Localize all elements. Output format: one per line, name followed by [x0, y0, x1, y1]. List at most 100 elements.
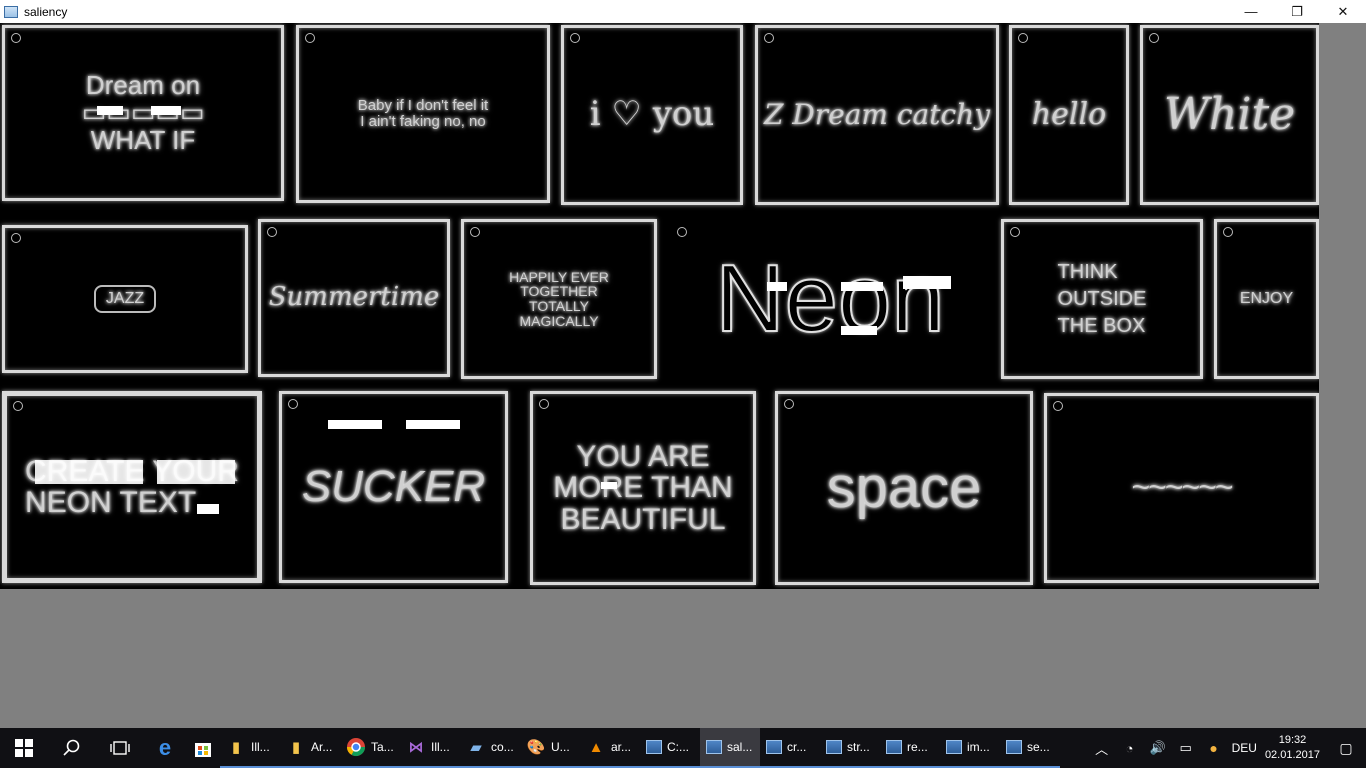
saliency-highlight — [841, 282, 883, 291]
neon-tile-space: space — [775, 391, 1033, 585]
tile-text: THINK OUTSIDE THE BOX — [1057, 260, 1147, 337]
screw-icon — [677, 227, 687, 237]
chrome-icon — [347, 738, 365, 757]
neon-tile-baby: Baby if I don't feel it I ain't faking n… — [296, 25, 550, 203]
search-icon — [63, 739, 80, 756]
neon-tile-neon: Neon — [668, 219, 992, 379]
battery-icon[interactable]: ▭ — [1176, 738, 1196, 758]
app-window-icon — [4, 5, 18, 18]
clock-time: 19:32 — [1278, 734, 1307, 746]
neon-tile-white: White — [1140, 25, 1319, 205]
visual-studio-icon: ⋈ — [408, 739, 424, 756]
vlc-icon: ▲ — [588, 738, 604, 756]
tile-text: Z Dream catchy — [763, 98, 991, 132]
language-indicator[interactable]: DEU — [1232, 741, 1257, 755]
neon-tile-create-your-neon: CREATE YOUR NEON TEXT — [2, 391, 262, 583]
store-pinned[interactable] — [186, 728, 220, 768]
color-profile-icon[interactable]: ● — [1204, 738, 1224, 758]
taskbar-app[interactable]: 🎨 U... — [520, 728, 580, 768]
taskbar-app[interactable]: str... — [820, 728, 880, 768]
restore-button[interactable]: ❐ — [1274, 0, 1320, 23]
taskbar-app[interactable]: Ta... — [340, 728, 400, 768]
neon-tile-i-love-you: i ♡ you — [561, 25, 743, 205]
volume-icon[interactable]: 🔊 — [1148, 738, 1168, 758]
screw-icon — [11, 33, 21, 43]
screw-icon — [11, 233, 21, 243]
tile-text: Summertime — [268, 282, 440, 313]
notification-icon[interactable]: ▢ — [1336, 738, 1356, 758]
window-icon — [886, 740, 902, 754]
tile-text: YOU ARE MORE THAN BEAUTIFUL — [553, 439, 733, 536]
close-button[interactable]: ✕ — [1320, 0, 1366, 23]
taskbar-app[interactable]: re... — [880, 728, 940, 768]
taskbar-app[interactable]: C:... — [640, 728, 700, 768]
taskbar: e ▮ Ill... ▮ Ar... Ta... ⋈ Ill... ▰ co..… — [0, 728, 1366, 768]
search-button[interactable] — [48, 728, 96, 768]
saliency-highlight — [841, 326, 877, 335]
saliency-highlight — [157, 460, 235, 484]
taskbar-app[interactable]: im... — [940, 728, 1000, 768]
saliency-highlight — [903, 276, 951, 289]
window-icon — [766, 740, 782, 754]
system-tray: ︿ ◔ 🔊 ▭ ● DEU 19:32 02.01.2017 ▢ — [1092, 728, 1366, 768]
window-icon — [826, 740, 842, 754]
window-icon — [706, 740, 722, 754]
tile-text: ENJOY — [1239, 289, 1294, 307]
taskbar-app[interactable]: ⋈ Ill... — [400, 728, 460, 768]
taskbar-app[interactable]: ▮ Ill... — [220, 728, 280, 768]
neon-tile-you-are-more: YOU ARE MORE THAN BEAUTIFUL — [530, 391, 756, 585]
edge-icon: e — [158, 735, 172, 760]
tile-text: White — [1163, 88, 1296, 140]
tile-text: Neon — [714, 244, 945, 352]
saliency-highlight — [197, 504, 219, 514]
clock-date: 02.01.2017 — [1264, 749, 1320, 761]
neon-tile-dream-catchy: Z Dream catchy — [755, 25, 999, 205]
folder-icon: ▮ — [291, 739, 301, 756]
minimize-button[interactable]: — — [1228, 0, 1274, 23]
saliency-highlight — [151, 106, 181, 115]
screw-icon — [13, 401, 23, 411]
screw-icon — [288, 399, 298, 409]
taskbar-app[interactable]: se... — [1000, 728, 1060, 768]
neon-tile-script: ~~~~~~ — [1044, 393, 1319, 583]
tile-text: SUCKER — [301, 461, 486, 511]
taskbar-app-active[interactable]: sal... — [700, 728, 760, 768]
notepad-icon: ▰ — [470, 739, 482, 756]
windows-logo-icon — [15, 739, 33, 757]
saliency-highlight — [97, 106, 123, 115]
tile-text: Baby if I don't feel it I ain't faking n… — [357, 97, 489, 130]
saliency-image: Dream on ▭▭▭▭▭ WHAT IF Baby if I don't f… — [0, 23, 1319, 589]
screw-icon — [1010, 227, 1020, 237]
taskbar-app[interactable]: ▲ ar... — [580, 728, 640, 768]
neon-tile-jazz: JAZZ — [2, 225, 248, 373]
neon-tile-hello: hello — [1009, 25, 1129, 205]
screw-icon — [305, 33, 315, 43]
start-button[interactable] — [0, 728, 48, 768]
screw-icon — [784, 399, 794, 409]
clock[interactable]: 19:32 02.01.2017 — [1265, 733, 1320, 763]
edge-pinned[interactable]: e — [144, 728, 186, 768]
neon-tile-happily: HAPPILY EVER TOGETHER TOTALLY MAGICALLY — [461, 219, 657, 379]
screw-icon — [1053, 401, 1063, 411]
task-view-button[interactable] — [96, 728, 144, 768]
screw-icon — [539, 399, 549, 409]
window-titlebar: saliency — ❐ ✕ — [0, 0, 1366, 23]
tile-text: space — [826, 454, 982, 520]
neon-tile-summertime: Summertime — [258, 219, 450, 377]
saliency-highlight — [767, 282, 787, 291]
folder-icon: ▮ — [231, 739, 241, 756]
saliency-highlight — [601, 482, 617, 489]
taskbar-app[interactable]: ▰ co... — [460, 728, 520, 768]
taskbar-app[interactable]: ▮ Ar... — [280, 728, 340, 768]
screw-icon — [1018, 33, 1028, 43]
taskbar-app[interactable]: cr... — [760, 728, 820, 768]
chevron-up-icon[interactable]: ︿ — [1092, 738, 1112, 758]
network-icon[interactable]: ◔ — [1120, 738, 1140, 758]
task-view-icon — [110, 741, 130, 755]
tile-text: hello — [1031, 97, 1107, 133]
window-icon — [946, 740, 962, 754]
screw-icon — [1149, 33, 1159, 43]
tile-text: HAPPILY EVER TOGETHER TOTALLY MAGICALLY — [509, 268, 609, 329]
tile-text: JAZZ — [93, 284, 157, 314]
screw-icon — [570, 33, 580, 43]
